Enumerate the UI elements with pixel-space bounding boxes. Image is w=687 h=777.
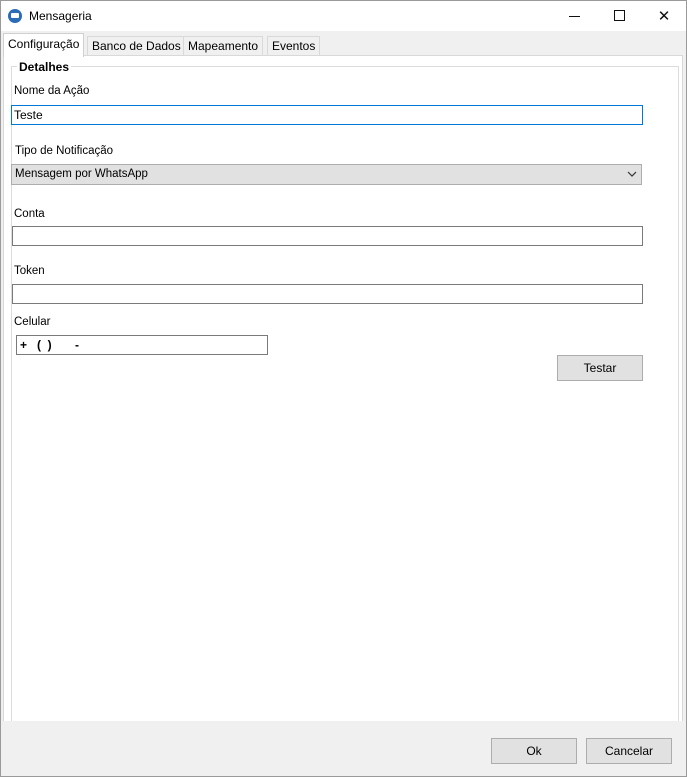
chevron-down-icon [627, 165, 637, 184]
notification-type-value: Mensagem por WhatsApp [15, 168, 148, 180]
test-button[interactable]: Testar [557, 355, 643, 381]
phone-label: Celular [14, 316, 51, 328]
token-input[interactable] [12, 284, 643, 304]
notification-type-label: Tipo de Notificação [15, 145, 114, 157]
tab-panel-configuracao: Detalhes Nome da Ação Teste Tipo de Noti… [3, 55, 683, 727]
group-title: Detalhes [17, 60, 72, 74]
notification-type-select[interactable]: Mensagem por WhatsApp [11, 164, 642, 185]
account-input[interactable] [12, 226, 643, 246]
token-label: Token [14, 265, 45, 277]
action-name-input[interactable]: Teste [11, 105, 643, 125]
tab-configuracao[interactable]: Configuração [3, 33, 85, 57]
tab-mapeamento[interactable]: Mapeamento [183, 36, 264, 56]
minimize-button[interactable] [551, 1, 597, 31]
close-icon: ✕ [657, 7, 671, 25]
tab-banco-de-dados[interactable]: Banco de Dados [87, 36, 186, 56]
message-app-icon [8, 9, 22, 23]
dialog-footer: Ok Cancelar [1, 721, 686, 776]
cancel-button[interactable]: Cancelar [586, 738, 672, 764]
window-title: Mensageria [29, 9, 92, 23]
tab-eventos[interactable]: Eventos [267, 36, 321, 56]
account-label: Conta [14, 208, 45, 220]
phone-masked-input[interactable]: + ( ) - [16, 335, 268, 355]
ok-button[interactable]: Ok [491, 738, 577, 764]
dialog-window: Mensageria ✕ Configuração Banco de Dados… [0, 0, 687, 777]
maximize-icon [614, 10, 625, 21]
action-name-label: Nome da Ação [14, 85, 90, 97]
title-bar[interactable]: Mensageria ✕ [1, 1, 686, 31]
maximize-button[interactable] [596, 1, 642, 31]
details-groupbox: Detalhes Nome da Ação Teste Tipo de Noti… [11, 60, 679, 727]
close-button[interactable]: ✕ [641, 1, 686, 31]
minimize-icon [569, 16, 580, 17]
